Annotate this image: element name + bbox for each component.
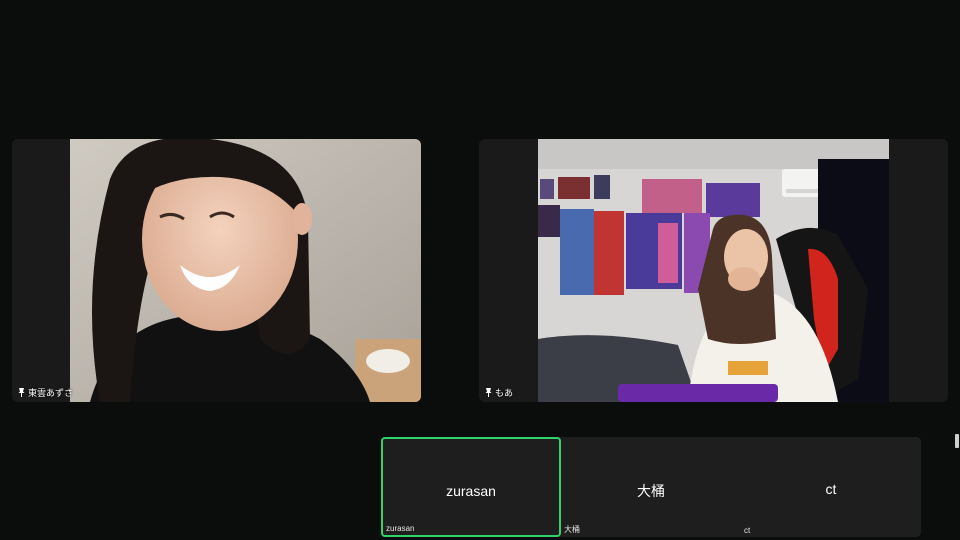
thumbnail-display-name: 大桶	[637, 483, 665, 499]
thumbnail-ct[interactable]: ct ct	[741, 437, 921, 537]
participant-name-tag: もあ	[485, 386, 513, 399]
video-tile-2[interactable]: もあ	[479, 139, 948, 402]
participant-video	[70, 139, 421, 402]
thumbnail-label: zurasan	[386, 524, 415, 533]
participant-video-image	[70, 139, 421, 402]
thumbnail-label: 大桶	[564, 525, 580, 534]
participant-video	[538, 139, 889, 402]
participant-name: もあ	[495, 388, 514, 398]
thumbnail-ookewa[interactable]: 大桶 大桶	[561, 437, 741, 537]
thumbnail-display-name: ct	[825, 481, 837, 497]
video-tile-1[interactable]: 東雲あずさ	[12, 139, 421, 402]
participant-name-tag: 東雲あずさ	[18, 386, 73, 399]
thumbnail-display-name: zurasan	[446, 483, 496, 499]
pin-icon	[18, 388, 25, 397]
pin-icon	[485, 388, 492, 397]
thumbnail-label: ct	[744, 526, 751, 535]
participant-name: 東雲あずさ	[28, 388, 74, 398]
strip-scroll-handle[interactable]	[955, 434, 959, 448]
thumbnail-zurasan[interactable]: zurasan zurasan	[381, 437, 561, 537]
participant-video-image	[538, 139, 889, 402]
